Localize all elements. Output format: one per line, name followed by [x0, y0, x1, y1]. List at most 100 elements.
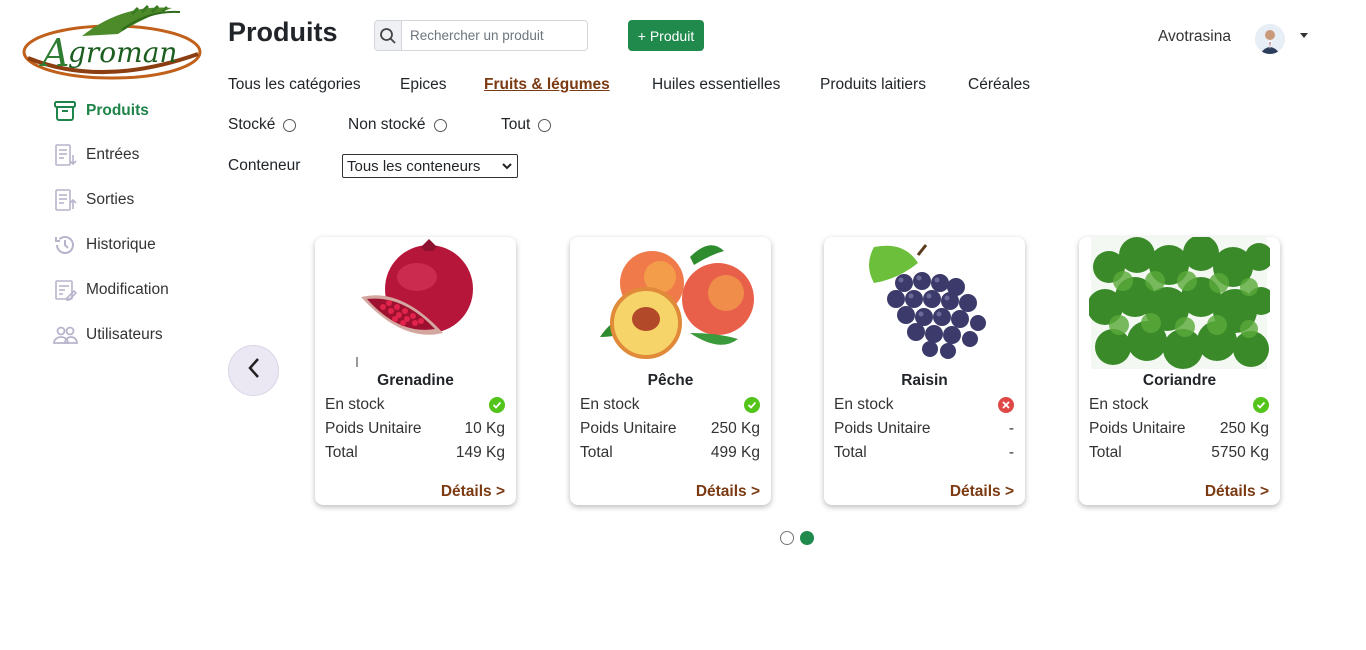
- carousel-prev-button[interactable]: [228, 345, 279, 396]
- weight-row: Poids Unitaire 250 Kg: [580, 420, 760, 438]
- user-menu-caret-icon[interactable]: [1300, 33, 1308, 38]
- container-select[interactable]: Tous les conteneurs: [342, 154, 518, 178]
- stock-row: En stock: [580, 396, 760, 414]
- x-circle-icon: [998, 397, 1014, 413]
- weight-value: 250 Kg: [1219, 420, 1269, 437]
- logo-wordmark: groman: [68, 36, 177, 69]
- stock-row: En stock: [834, 396, 1014, 414]
- user-name[interactable]: Avotrasina: [1158, 28, 1231, 46]
- stock-label: En stock: [325, 396, 385, 413]
- check-circle-icon: [489, 397, 505, 413]
- search-box[interactable]: [374, 20, 588, 51]
- avatar[interactable]: [1255, 24, 1285, 54]
- product-image-coriander: [1089, 237, 1270, 369]
- total-label: Total: [1089, 444, 1122, 461]
- sidebar-item-utilisateurs[interactable]: Utilisateurs: [52, 320, 163, 350]
- container-select-value: Tous les conteneurs: [347, 157, 481, 175]
- radio-button[interactable]: [433, 118, 447, 132]
- agroman-logo[interactable]: A groman: [22, 2, 208, 80]
- product-name: Raisin: [901, 372, 948, 389]
- radio-label: Non stocké: [348, 116, 426, 133]
- list-in-icon: [52, 142, 78, 168]
- product-card-raisin[interactable]: Raisin En stock Poids Unitaire - Total -…: [824, 237, 1025, 505]
- weight-row: Poids Unitaire 10 Kg: [325, 420, 505, 438]
- sidebar-item-label: Sorties: [86, 191, 135, 208]
- radio-label: Stocké: [228, 116, 276, 133]
- weight-row: Poids Unitaire 250 Kg: [1089, 420, 1269, 438]
- check-circle-icon: [744, 397, 760, 413]
- history-icon: [52, 232, 78, 258]
- stock-label: En stock: [580, 396, 640, 413]
- container-label: Conteneur: [228, 157, 301, 174]
- radio-stocke[interactable]: Stocké: [228, 116, 297, 134]
- tab-huiles-essentielles[interactable]: Huiles essentielles: [652, 76, 780, 94]
- product-card-coriandre[interactable]: Coriandre En stock Poids Unitaire 250 Kg…: [1079, 237, 1280, 505]
- weight-label: Poids Unitaire: [834, 420, 931, 437]
- stock-label: En stock: [1089, 396, 1149, 413]
- edit-list-icon: [52, 277, 78, 303]
- total-value: -: [1008, 444, 1014, 461]
- total-label: Total: [580, 444, 613, 461]
- details-link[interactable]: Détails >: [696, 483, 760, 501]
- weight-value: 250 Kg: [710, 420, 760, 437]
- product-card-peche[interactable]: Pêche En stock Poids Unitaire 250 Kg Tot…: [570, 237, 771, 505]
- carousel-dot-1[interactable]: [780, 531, 794, 545]
- carousel-pagination: [780, 531, 814, 545]
- product-name: Pêche: [647, 372, 694, 389]
- carousel-dot-2[interactable]: [800, 531, 814, 545]
- product-image-grapes: [834, 237, 1015, 369]
- weight-value: -: [1008, 420, 1014, 437]
- tab-produits-laitiers[interactable]: Produits laitiers: [820, 76, 926, 94]
- weight-row: Poids Unitaire -: [834, 420, 1014, 438]
- weight-value: 10 Kg: [464, 420, 505, 437]
- search-input[interactable]: [402, 21, 587, 50]
- total-label: Total: [325, 444, 358, 461]
- sidebar-item-produits[interactable]: Produits: [52, 96, 149, 126]
- sidebar-item-label: Produits: [86, 102, 149, 119]
- stock-label: En stock: [834, 396, 894, 413]
- weight-label: Poids Unitaire: [325, 420, 422, 437]
- total-row: Total 5750 Kg: [1089, 444, 1269, 462]
- details-link[interactable]: Détails >: [1205, 483, 1269, 501]
- total-label: Total: [834, 444, 867, 461]
- details-link[interactable]: Détails >: [441, 483, 505, 501]
- radio-button[interactable]: [538, 118, 552, 132]
- stock-row: En stock: [325, 396, 505, 414]
- chevron-left-icon: [247, 357, 261, 384]
- sidebar-item-entrees[interactable]: Entrées: [52, 140, 139, 170]
- sidebar-item-label: Modification: [86, 281, 169, 298]
- product-name: Coriandre: [1142, 372, 1217, 389]
- sidebar-item-modification[interactable]: Modification: [52, 275, 169, 305]
- total-value: 5750 Kg: [1211, 444, 1269, 461]
- radio-label: Tout: [501, 116, 531, 133]
- tab-tous-les-categories[interactable]: Tous les catégories: [228, 76, 361, 94]
- search-icon[interactable]: [375, 21, 402, 50]
- check-circle-icon: [1253, 397, 1269, 413]
- tab-epices[interactable]: Epices: [400, 76, 447, 94]
- tab-cereales[interactable]: Céréales: [968, 76, 1030, 94]
- archive-box-icon: [52, 98, 78, 124]
- sidebar-item-sorties[interactable]: Sorties: [52, 185, 134, 215]
- radio-non-stocke[interactable]: Non stocké: [348, 116, 447, 134]
- svg-text:A: A: [39, 31, 69, 75]
- page-title: Produits: [228, 17, 338, 47]
- radio-tout[interactable]: Tout: [501, 116, 552, 134]
- users-icon: [52, 322, 78, 348]
- sidebar-item-label: Entrées: [86, 146, 140, 163]
- sidebar-item-label: Utilisateurs: [86, 326, 163, 343]
- total-value: 149 Kg: [455, 444, 505, 461]
- total-value: 499 Kg: [710, 444, 760, 461]
- stock-row: En stock: [1089, 396, 1269, 414]
- sidebar-item-label: Historique: [86, 236, 156, 253]
- total-row: Total -: [834, 444, 1014, 462]
- product-card-grenadine[interactable]: Grenadine En stock Poids Unitaire 10 Kg …: [315, 237, 516, 505]
- tab-fruits-legumes[interactable]: Fruits & légumes: [484, 76, 610, 94]
- radio-button[interactable]: [283, 118, 297, 132]
- list-out-icon: [52, 187, 78, 213]
- sidebar-item-historique[interactable]: Historique: [52, 230, 156, 260]
- chevron-down-icon: [501, 158, 513, 175]
- add-product-button[interactable]: + Produit: [628, 20, 704, 51]
- product-name: Grenadine: [377, 372, 454, 389]
- details-link[interactable]: Détails >: [950, 483, 1014, 501]
- total-row: Total 149 Kg: [325, 444, 505, 462]
